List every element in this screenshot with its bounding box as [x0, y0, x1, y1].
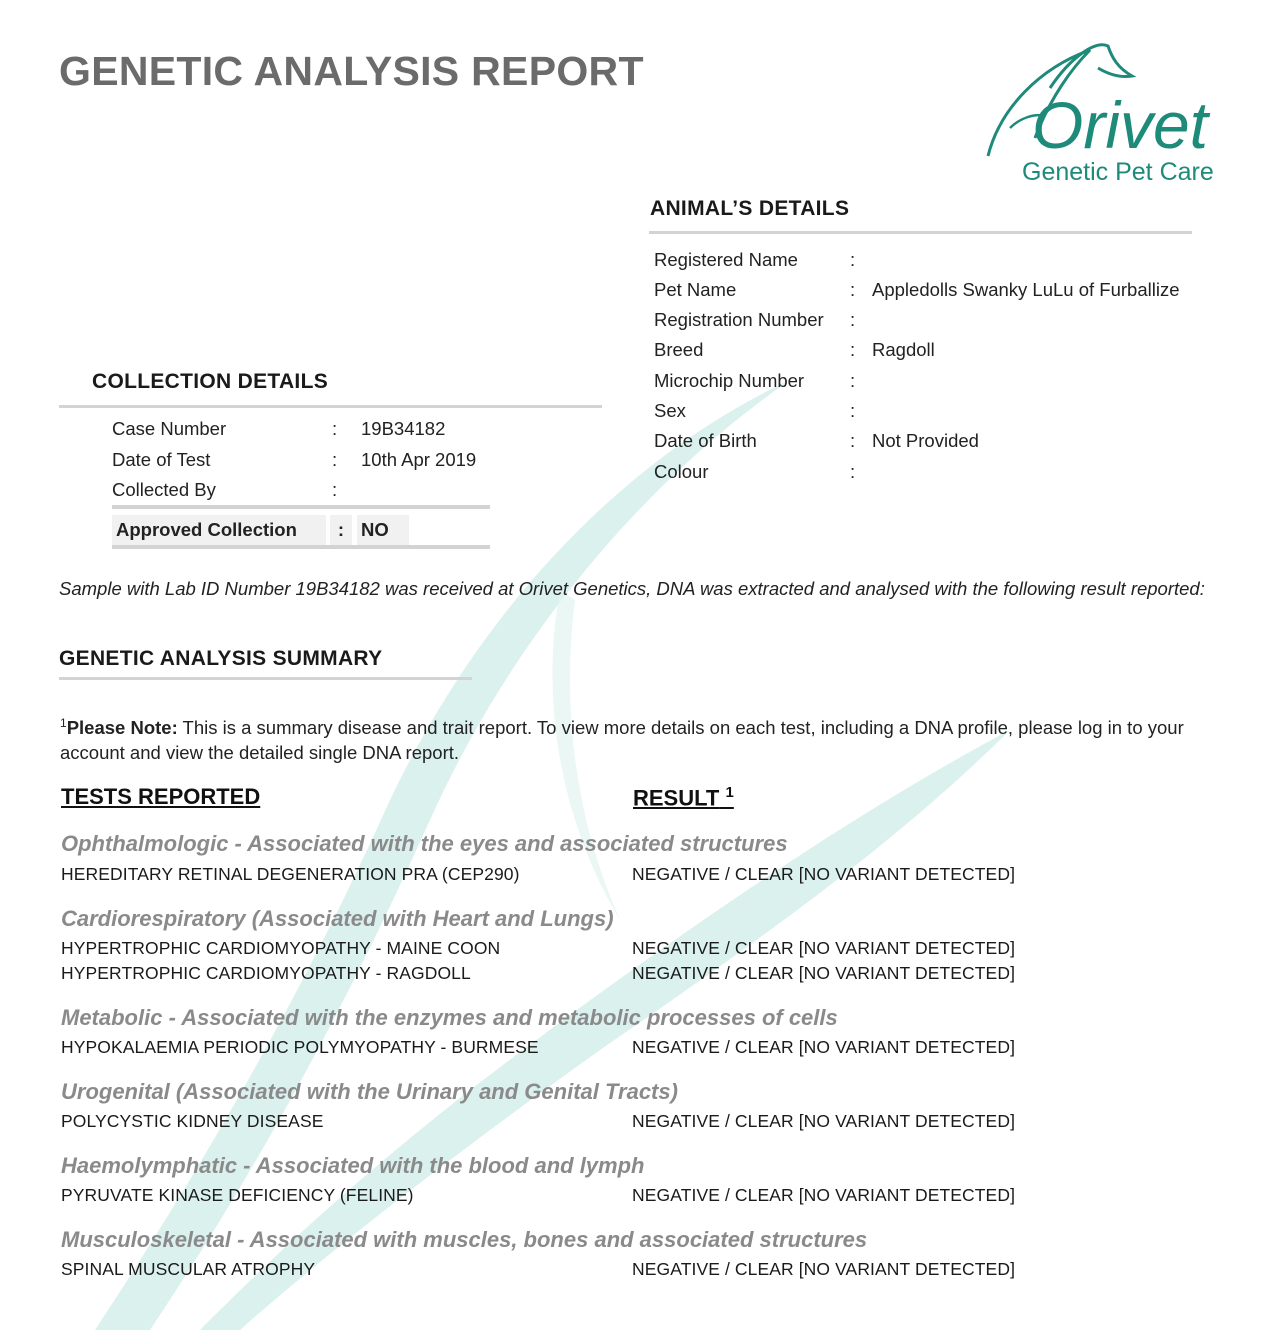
note-label: Please Note: — [66, 717, 178, 739]
animal-label: Registration Number — [654, 309, 824, 330]
collection-value: 10th Apr 2019 — [361, 449, 477, 470]
test-result: NEGATIVE / CLEAR [NO VARIANT DETECTED] — [632, 864, 1016, 884]
logo-tagline: Genetic Pet Care — [1022, 158, 1214, 186]
result-footnote-marker: 1 — [725, 784, 734, 801]
tests-reported-header: TESTS REPORTED — [61, 784, 261, 809]
animal-details-heading: ANIMAL’S DETAILS — [650, 197, 850, 220]
approved-collection-label: Approved Collection — [112, 515, 326, 545]
animal-label: Microchip Number — [654, 370, 805, 391]
approved-rule-top — [112, 505, 490, 509]
test-result: NEGATIVE / CLEAR [NO VARIANT DETECTED] — [632, 963, 1016, 983]
category-cardiorespiratory: Cardiorespiratory (Associated with Heart… — [61, 906, 614, 931]
sample-intro-text: Sample with Lab ID Number 19B34182 was r… — [59, 578, 1205, 599]
test-result: NEGATIVE / CLEAR [NO VARIANT DETECTED] — [632, 938, 1016, 958]
please-note: 1Please Note: This is a summary disease … — [60, 711, 1230, 765]
animal-details-list: Registered Name : Pet Name : Appledolls … — [654, 249, 1180, 482]
result-header: RESULT 1 — [633, 784, 734, 811]
summary-heading: GENETIC ANALYSIS SUMMARY — [59, 647, 383, 670]
animal-value: Not Provided — [872, 430, 979, 451]
animal-details-rule — [649, 231, 1192, 234]
test-name: PYRUVATE KINASE DEFICIENCY (FELINE) — [61, 1185, 414, 1205]
test-name: HYPERTROPHIC CARDIOMYOPATHY - MAINE COON — [61, 938, 501, 958]
category-musculoskeletal: Musculoskeletal - Associated with muscle… — [61, 1227, 868, 1252]
collection-label: Date of Test — [112, 449, 211, 470]
approved-rule-bottom — [112, 545, 490, 549]
animal-label: Date of Birth — [654, 430, 757, 451]
collection-details-rule — [59, 405, 602, 408]
test-name: HEREDITARY RETINAL DEGENERATION PRA (CEP… — [61, 864, 520, 884]
animal-label: Colour — [654, 461, 709, 482]
result-header-label: RESULT — [633, 785, 720, 811]
animal-label: Pet Name — [654, 279, 737, 300]
animal-value: Ragdoll — [872, 339, 935, 360]
test-name: HYPERTROPHIC CARDIOMYOPATHY - RAGDOLL — [61, 963, 471, 983]
logo-wordmark: Orivet — [1032, 88, 1211, 162]
test-name: HYPOKALAEMIA PERIODIC POLYMYOPATHY - BUR… — [61, 1037, 539, 1057]
test-result: NEGATIVE / CLEAR [NO VARIANT DETECTED] — [632, 1037, 1016, 1057]
collection-label: Collected By — [112, 479, 216, 500]
collection-details-heading: COLLECTION DETAILS — [92, 370, 328, 393]
collection-label: Case Number — [112, 418, 227, 439]
report-title: GENETIC ANALYSIS REPORT — [59, 48, 644, 94]
note-footnote-marker: 1 — [60, 716, 67, 730]
category-haemolymphatic: Haemolymphatic - Associated with the blo… — [61, 1153, 645, 1178]
category-ophthalmologic: Ophthalmologic - Associated with the eye… — [61, 831, 788, 856]
animal-label: Sex — [654, 400, 686, 421]
animal-label: Breed — [654, 339, 704, 360]
test-result: NEGATIVE / CLEAR [NO VARIANT DETECTED] — [632, 1111, 1016, 1131]
animal-value: Appledolls Swanky LuLu of Furballize — [872, 279, 1180, 300]
category-metabolic: Metabolic - Associated with the enzymes … — [61, 1005, 838, 1030]
category-urogenital: Urogenital (Associated with the Urinary … — [61, 1079, 678, 1104]
approved-collection-value: NO — [357, 515, 409, 545]
test-name: SPINAL MUSCULAR ATROPHY — [61, 1259, 316, 1279]
collection-value: 19B34182 — [361, 418, 446, 439]
test-result: NEGATIVE / CLEAR [NO VARIANT DETECTED] — [632, 1259, 1016, 1279]
summary-rule — [59, 677, 472, 680]
note-text: This is a summary disease and trait repo… — [60, 717, 1184, 764]
test-result: NEGATIVE / CLEAR [NO VARIANT DETECTED] — [632, 1185, 1016, 1205]
test-name: POLYCYSTIC KIDNEY DISEASE — [61, 1111, 324, 1131]
animal-label: Registered Name — [654, 249, 798, 270]
approved-collection-row: Approved Collection : NO — [112, 515, 492, 545]
orivet-logo: Orivet Genetic Pet Care — [980, 28, 1240, 190]
